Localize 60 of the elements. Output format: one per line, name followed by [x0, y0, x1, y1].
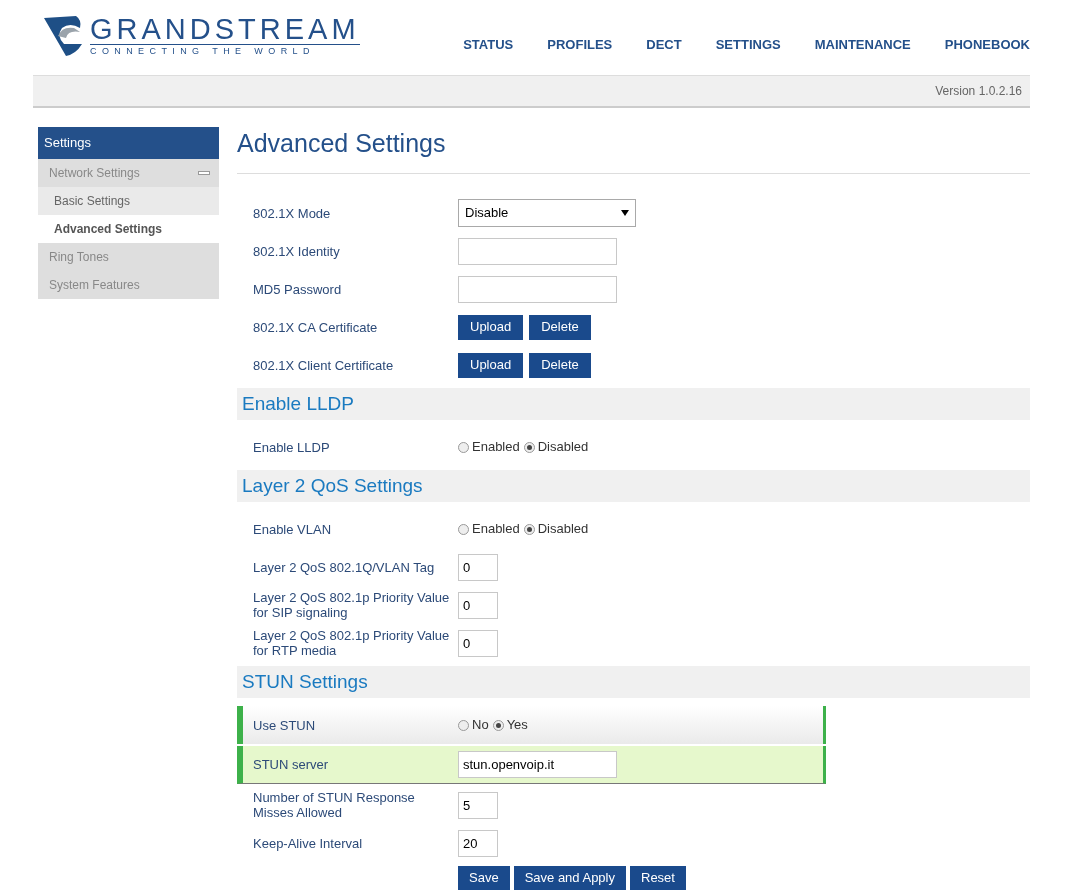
dropdown-caret-icon — [621, 210, 629, 216]
radio-label: Disabled — [537, 520, 589, 539]
number-field[interactable]: 20 — [458, 829, 498, 857]
number-field[interactable]: 0 — [458, 629, 498, 657]
file-button[interactable]: Delete — [529, 352, 591, 378]
brand-name: GRANDSTREAM — [90, 14, 360, 44]
radio-label: Enabled — [472, 520, 520, 539]
version-text: Version 1.0.2.16 — [935, 83, 1022, 100]
field-label: Use STUN — [253, 717, 317, 733]
field-label: 802.1X Identity — [253, 243, 341, 259]
action-button[interactable]: Save — [458, 866, 510, 890]
field-label: 802.1X Mode — [253, 205, 332, 221]
nav-link[interactable]: DECT — [646, 34, 682, 54]
brand-tagline: CONNECTING THE WORLD — [90, 44, 360, 59]
logo-icon — [42, 14, 84, 59]
text-field[interactable] — [458, 237, 617, 265]
radio-label: Disabled — [537, 438, 589, 457]
action-button[interactable]: Reset — [630, 866, 686, 890]
field-label: Number of STUN Response Misses Allowed — [253, 790, 416, 820]
radio-label: No — [472, 716, 489, 735]
number-field[interactable]: 5 — [458, 791, 498, 819]
file-button[interactable]: Upload — [458, 352, 524, 378]
file-button[interactable]: Delete — [529, 314, 591, 340]
number-field[interactable]: 0 — [458, 553, 498, 581]
field-label: Layer 2 QoS 802.1p Priority Value for RTP media — [253, 628, 451, 658]
nav-link[interactable]: MAINTENANCE — [814, 34, 911, 54]
section-header: STUN Settings — [237, 666, 1030, 698]
field-label: STUN server — [253, 757, 330, 772]
radio-button[interactable] — [458, 441, 469, 453]
section-header: Layer 2 QoS Settings — [237, 470, 1030, 502]
action-button[interactable]: Save and Apply — [513, 866, 626, 890]
field-label: Enable VLAN — [253, 521, 333, 537]
sidebar-header: Settings — [38, 127, 219, 159]
radio-label: Yes — [506, 716, 528, 735]
radio-button[interactable] — [458, 523, 469, 535]
text-field[interactable]: stun.openvoip.it — [458, 751, 617, 778]
number-field[interactable]: 0 — [458, 591, 498, 619]
radio-button[interactable] — [523, 523, 535, 535]
mode-select[interactable]: Disable — [458, 199, 636, 227]
field-label: 802.1X Client Certificate — [253, 357, 395, 373]
nav-link[interactable]: PHONEBOOK — [944, 34, 1030, 54]
file-button[interactable]: Upload — [458, 314, 524, 340]
collapse-icon[interactable] — [198, 171, 210, 175]
field-label: Keep-Alive Interval — [253, 835, 364, 851]
nav-link[interactable]: STATUS — [463, 34, 514, 54]
field-label: Enable LLDP — [253, 439, 331, 455]
radio-button[interactable] — [458, 719, 469, 731]
sidebar-subitem[interactable]: Basic Settings — [38, 187, 219, 215]
radio-label: Enabled — [472, 438, 520, 457]
radio-button[interactable] — [492, 719, 504, 731]
field-label: Layer 2 QoS 802.1p Priority Value for SIP signaling — [253, 590, 451, 620]
page-title: Advanced Settings — [237, 128, 446, 158]
nav-link[interactable]: PROFILES — [547, 34, 613, 54]
field-label: Layer 2 QoS 802.1Q/VLAN Tag — [253, 559, 436, 575]
radio-button[interactable] — [523, 441, 535, 453]
text-field[interactable] — [458, 275, 617, 303]
field-label: MD5 Password — [253, 281, 343, 297]
section-header: Enable LLDP — [237, 388, 1030, 420]
field-label: 802.1X CA Certificate — [253, 319, 379, 335]
nav-link[interactable]: SETTINGS — [715, 34, 781, 54]
